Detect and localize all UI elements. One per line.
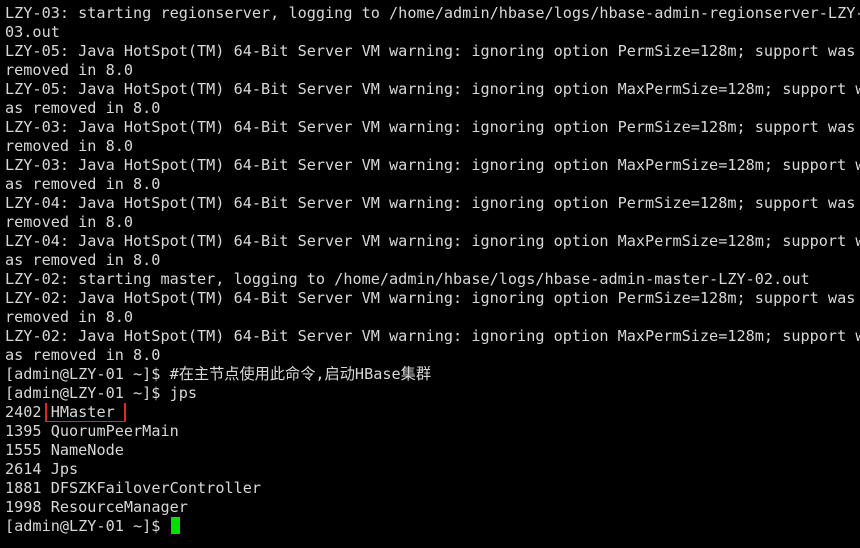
log-line: as removed in 8.0 — [5, 251, 161, 269]
log-output: LZY-03: starting regionserver, logging t… — [5, 4, 860, 365]
process-row: 2614 Jps — [5, 460, 860, 479]
active-prompt-line[interactable]: [admin@LZY-01 ~]$ — [5, 517, 860, 536]
log-line: LZY-02: Java HotSpot(TM) 64-Bit Server V… — [5, 289, 856, 307]
process-pid: 1555 — [5, 441, 42, 459]
process-row: 2402 HMaster — [5, 403, 860, 422]
log-line: removed in 8.0 — [5, 61, 134, 79]
process-name: ResourceManager — [50, 498, 188, 516]
comment-command-line: [admin@LZY-01 ~]$ #在主节点使用此命令,启动HBase集群 — [5, 365, 432, 383]
process-row: 1395 QuorumPeerMain — [5, 422, 860, 441]
process-pid: 1998 — [5, 498, 42, 516]
process-row: 1998 ResourceManager — [5, 498, 860, 517]
process-name: NameNode — [50, 441, 124, 459]
shell-prompt: [admin@LZY-01 ~]$ — [5, 517, 170, 535]
process-name: Jps — [50, 460, 79, 478]
process-pid: 1881 — [5, 479, 42, 497]
log-line: as removed in 8.0 — [5, 346, 161, 364]
process-name: QuorumPeerMain — [50, 422, 179, 440]
jps-command-line: [admin@LZY-01 ~]$ jps — [5, 384, 198, 402]
log-line: removed in 8.0 — [5, 308, 134, 326]
log-line: 03.out — [5, 23, 60, 41]
process-name-highlighted: HMaster — [44, 403, 126, 422]
log-line: LZY-03: Java HotSpot(TM) 64-Bit Server V… — [5, 156, 860, 174]
process-pid: 1395 — [5, 422, 42, 440]
log-line: LZY-04: Java HotSpot(TM) 64-Bit Server V… — [5, 232, 860, 250]
process-row: 1881 DFSZKFailoverController — [5, 479, 860, 498]
log-line: removed in 8.0 — [5, 213, 134, 231]
log-line: LZY-02: starting master, logging to /hom… — [5, 270, 810, 288]
log-line: as removed in 8.0 — [5, 99, 161, 117]
log-line: LZY-02: Java HotSpot(TM) 64-Bit Server V… — [5, 327, 860, 345]
log-line: removed in 8.0 — [5, 137, 134, 155]
jps-output: 2402 HMaster 1395 QuorumPeerMain 1555 Na… — [5, 403, 860, 517]
log-line: LZY-03: starting regionserver, logging t… — [5, 4, 860, 22]
log-line: LZY-05: Java HotSpot(TM) 64-Bit Server V… — [5, 42, 856, 60]
log-line: LZY-05: Java HotSpot(TM) 64-Bit Server V… — [5, 80, 860, 98]
log-line: as removed in 8.0 — [5, 175, 161, 193]
process-pid: 2614 — [5, 460, 42, 478]
process-name: DFSZKFailoverController — [50, 479, 262, 497]
text-cursor — [170, 517, 180, 534]
process-row: 1555 NameNode — [5, 441, 860, 460]
process-pid: 2402 — [5, 403, 42, 421]
log-line: LZY-03: Java HotSpot(TM) 64-Bit Server V… — [5, 118, 856, 136]
terminal-window[interactable]: LZY-03: starting regionserver, logging t… — [0, 0, 860, 548]
log-line: LZY-04: Java HotSpot(TM) 64-Bit Server V… — [5, 194, 856, 212]
